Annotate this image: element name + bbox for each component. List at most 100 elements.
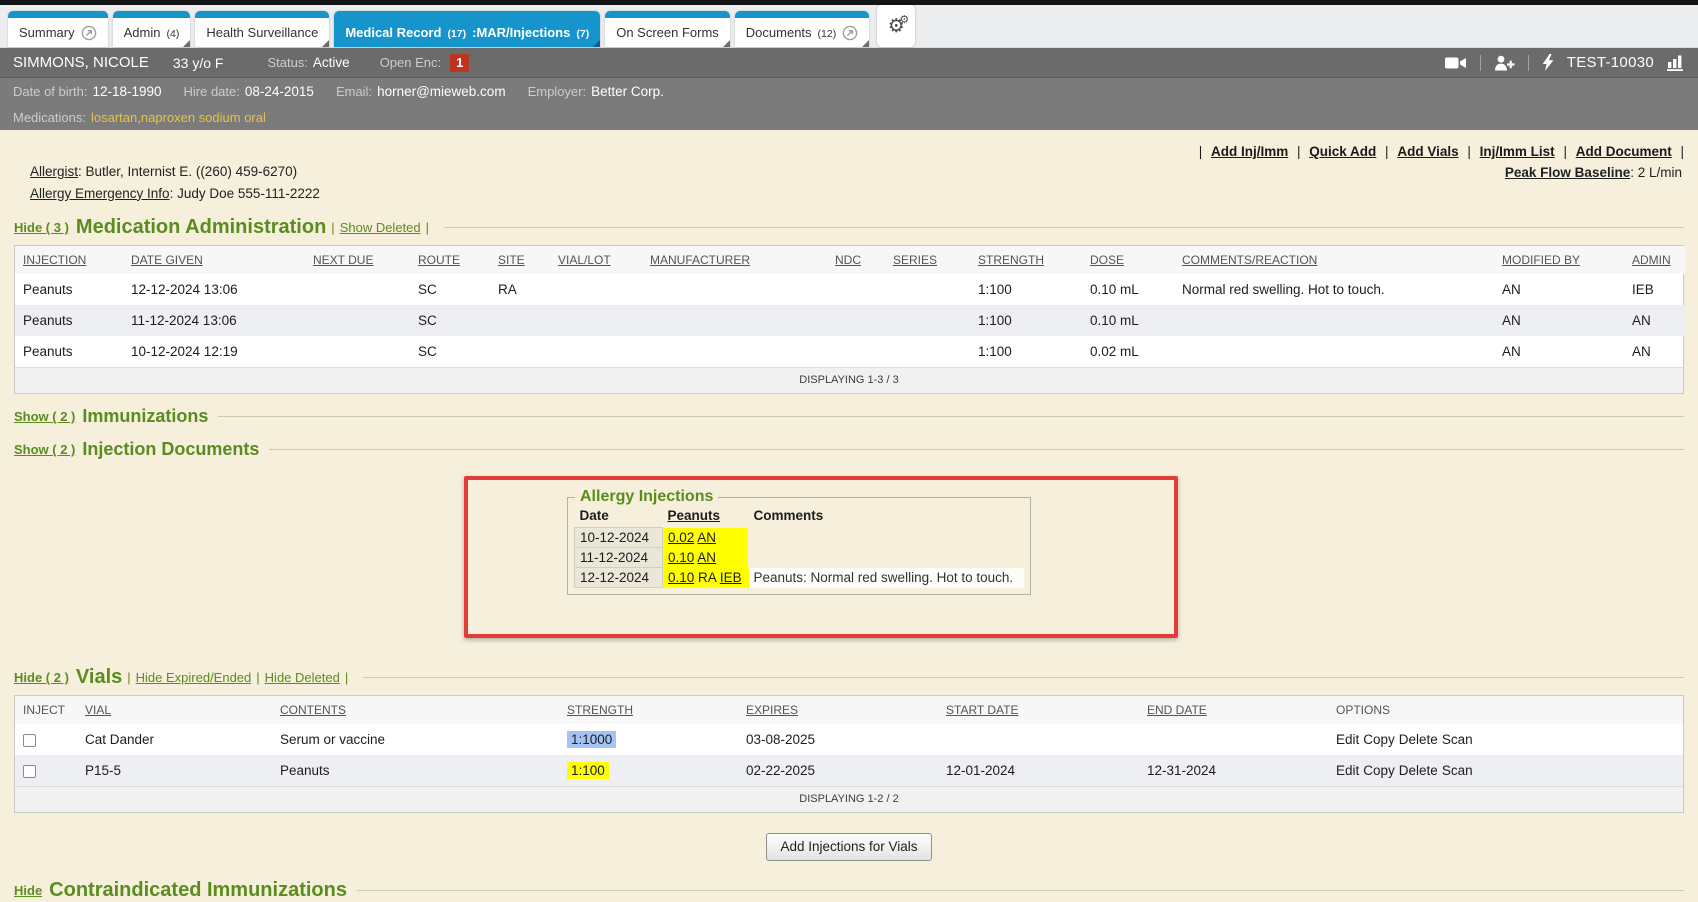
tab-health-surveillance[interactable]: Health Surveillance <box>195 11 329 47</box>
delete-link[interactable]: Delete <box>1399 763 1438 778</box>
allergy-injections-title: Allergy Injections <box>575 488 718 506</box>
cell: 1:100 <box>970 336 1082 367</box>
vial-name: Cat Dander <box>77 724 272 755</box>
col-series[interactable]: SERIES <box>893 253 937 267</box>
tab-medical-record[interactable]: Medical Record (17) :MAR/Injections (7) <box>334 11 600 47</box>
col-ndc[interactable]: NDC <box>835 253 861 267</box>
dose-link[interactable]: 0.10 <box>668 550 694 565</box>
mar-row[interactable]: Peanuts12-12-2024 13:06SCRA1:1000.10 mLN… <box>15 274 1685 305</box>
tab-admin[interactable]: Admin (4) <box>113 11 191 47</box>
mar-row[interactable]: Peanuts10-12-2024 12:19SC1:1000.02 mLANA… <box>15 336 1685 367</box>
tab-documents[interactable]: Documents (12) <box>735 11 869 47</box>
vial-expires: 02-22-2025 <box>738 755 938 786</box>
dose-link[interactable]: 0.02 <box>668 530 694 545</box>
col-date: Date <box>575 506 663 528</box>
link-add-vials[interactable]: Add Vials <box>1397 144 1458 159</box>
admin-initials-link[interactable]: AN <box>697 530 716 545</box>
col-route[interactable]: ROUTE <box>418 253 460 267</box>
hide-expired-ended-link[interactable]: Hide Expired/Ended <box>136 670 252 685</box>
col-peanuts-link[interactable]: Peanuts <box>668 508 721 523</box>
col-strength[interactable]: STRENGTH <box>978 253 1044 267</box>
tab-summary[interactable]: Summary <box>8 11 108 47</box>
scan-link[interactable]: Scan <box>1442 763 1473 778</box>
edit-link[interactable]: Edit <box>1336 732 1359 747</box>
col-expires[interactable]: EXPIRES <box>746 703 798 717</box>
col-start-date[interactable]: START DATE <box>946 703 1018 717</box>
col-vial-lot[interactable]: VIAL/LOT <box>558 253 611 267</box>
button-row: Add Injections for Vials <box>14 833 1684 861</box>
cell: AN <box>1494 305 1624 336</box>
vial-name: P15-5 <box>77 755 272 786</box>
allergy-contact-block: Allergist: Butler, Internist E. ((260) 4… <box>14 161 320 204</box>
col-comments: Comments <box>749 506 1024 528</box>
copy-link[interactable]: Copy <box>1363 732 1395 747</box>
popout-arrow-icon[interactable] <box>81 25 97 41</box>
link-add-document[interactable]: Add Document <box>1576 144 1672 159</box>
vials-hide-toggle[interactable]: Hide ( 2 ) <box>14 670 69 685</box>
col-admin[interactable]: ADMIN <box>1632 253 1671 267</box>
edit-link[interactable]: Edit <box>1336 763 1359 778</box>
col-next-due[interactable]: NEXT DUE <box>313 253 373 267</box>
allergist-value: : Butler, Internist E. ((260) 459-6270) <box>78 164 297 179</box>
col-dose[interactable]: DOSE <box>1090 253 1124 267</box>
vials-section-heading: Hide ( 2 ) Vials | Hide Expired/Ended | … <box>14 666 1684 689</box>
admin-initials-link[interactable]: AN <box>697 550 716 565</box>
employer-value: Better Corp. <box>591 84 664 99</box>
dose-link[interactable]: 0.10 <box>668 570 694 585</box>
tab-on-screen-forms[interactable]: On Screen Forms <box>605 11 730 47</box>
delete-link[interactable]: Delete <box>1399 732 1438 747</box>
col-end-date[interactable]: END DATE <box>1147 703 1207 717</box>
flowsheet-chart-icon[interactable] <box>1667 54 1685 71</box>
mar-title: Medication Administration <box>76 216 326 239</box>
contraindicated-hide-toggle[interactable]: Hide <box>14 883 42 898</box>
allergy-emergency-label[interactable]: Allergy Emergency Info <box>30 186 170 201</box>
popout-arrow-icon[interactable] <box>842 25 858 41</box>
col-manufacturer[interactable]: MANUFACTURER <box>650 253 750 267</box>
hide-deleted-link[interactable]: Hide Deleted <box>265 670 340 685</box>
video-camera-icon[interactable] <box>1445 56 1467 70</box>
cell: AN <box>1624 305 1685 336</box>
mar-header-row: INJECTION DATE GIVEN NEXT DUE ROUTE SITE… <box>15 246 1685 274</box>
copy-link[interactable]: Copy <box>1363 763 1395 778</box>
allergist-label[interactable]: Allergist <box>30 164 78 179</box>
vial-contents: Peanuts <box>272 755 559 786</box>
lightning-bolt-icon[interactable] <box>1542 54 1554 71</box>
col-vial[interactable]: VIAL <box>85 703 111 717</box>
vial-row: P15-5 Peanuts 1:100 02-22-2025 12-01-202… <box>15 755 1683 786</box>
admin-initials-link[interactable]: IEB <box>720 570 742 585</box>
mar-hide-toggle[interactable]: Hide ( 3 ) <box>14 220 69 235</box>
inject-checkbox[interactable] <box>23 734 36 747</box>
status-label: Status: <box>267 55 307 70</box>
col-comments[interactable]: COMMENTS/REACTION <box>1182 253 1317 267</box>
settings-gear-icon[interactable]: ⚙ ⚙ <box>877 5 915 47</box>
col-injection[interactable]: INJECTION <box>23 253 86 267</box>
add-injections-for-vials-button[interactable]: Add Injections for Vials <box>766 833 931 861</box>
immunizations-show-toggle[interactable]: Show ( 2 ) <box>14 409 75 424</box>
link-quick-add[interactable]: Quick Add <box>1309 144 1376 159</box>
peak-flow-link[interactable]: Peak Flow Baseline <box>1505 165 1630 180</box>
col-strength[interactable]: STRENGTH <box>567 703 633 717</box>
scan-link[interactable]: Scan <box>1442 732 1473 747</box>
action-links-row: | Add Inj/Imm | Quick Add | Add Vials | … <box>14 130 1684 159</box>
col-site[interactable]: SITE <box>498 253 525 267</box>
link-add-inj-imm[interactable]: Add Inj/Imm <box>1211 144 1288 159</box>
open-enc-badge[interactable]: 1 <box>450 54 469 72</box>
mar-row[interactable]: Peanuts11-12-2024 13:06SC1:1000.10 mLANA… <box>15 305 1685 336</box>
col-date-given[interactable]: DATE GIVEN <box>131 253 203 267</box>
col-contents[interactable]: CONTENTS <box>280 703 346 717</box>
inject-checkbox[interactable] <box>23 765 36 778</box>
sep: | <box>345 670 348 685</box>
medication-link[interactable]: naproxen sodium oral <box>141 110 266 125</box>
add-person-icon[interactable] <box>1494 55 1515 71</box>
link-inj-imm-list[interactable]: Inj/Imm List <box>1480 144 1555 159</box>
sep: | <box>426 220 429 235</box>
cell: Peanuts <box>15 336 123 367</box>
contraindicated-section-heading: Hide Contraindicated Immunizations <box>14 879 1684 902</box>
col-modified-by[interactable]: MODIFIED BY <box>1502 253 1580 267</box>
medication-link[interactable]: losartan <box>91 110 137 125</box>
allergy-emergency-line: Allergy Emergency Info: Judy Doe 555-111… <box>30 183 320 205</box>
injection-dose-cell: 0.10 RA IEB <box>663 568 749 588</box>
mar-show-deleted-link[interactable]: Show Deleted <box>340 220 421 235</box>
injection-documents-show-toggle[interactable]: Show ( 2 ) <box>14 442 75 457</box>
cell: 0.10 mL <box>1082 305 1174 336</box>
